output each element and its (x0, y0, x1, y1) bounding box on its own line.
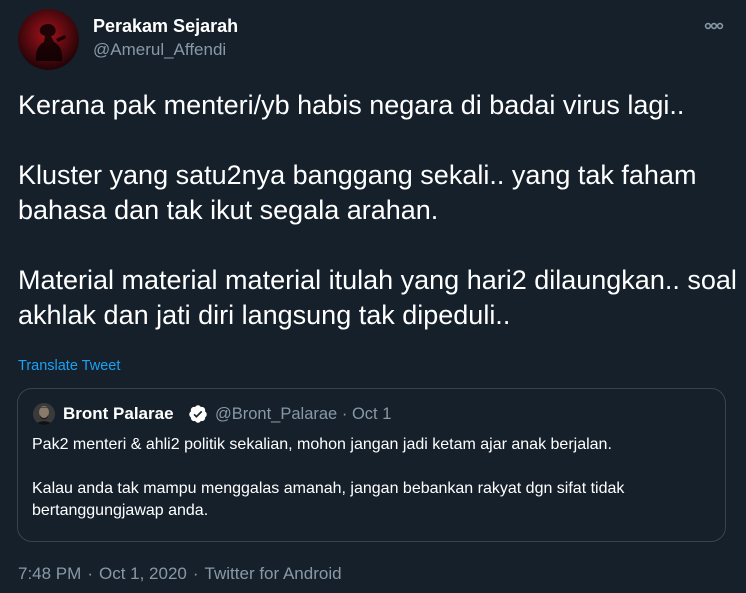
quoted-date[interactable]: Oct 1 (352, 405, 391, 423)
tweet-text: Kerana pak menteri/yb habis negara di ba… (18, 90, 737, 330)
quoted-separator: · (341, 405, 348, 423)
tweet-source[interactable]: Twitter for Android (205, 564, 342, 583)
more-horizontal-icon (704, 22, 724, 30)
verified-badge-icon (189, 405, 207, 423)
more-options-button[interactable] (701, 17, 727, 35)
quoted-author-handle[interactable]: @Bront_Palarae (215, 405, 337, 423)
tweet-card: Perakam Sejarah @Amerul_Affendi Kerana p… (0, 0, 746, 593)
tweet-time[interactable]: 7:48 PM (18, 564, 81, 583)
author-name[interactable]: Perakam Sejarah (93, 14, 238, 38)
avatar-figure-icon (35, 23, 66, 61)
quoted-avatar-portrait-icon (33, 403, 55, 425)
quoted-tweet-text: Pak2 menteri & ahli2 politik sekalian, m… (32, 436, 625, 519)
quoted-tweet[interactable]: Bront Palarae @Bront_Palarae · Oct 1 Pak… (17, 388, 726, 542)
tweet-timestamp: 7:48 PM · Oct 1, 2020 · Twitter for Android (18, 563, 342, 585)
tweet-date[interactable]: Oct 1, 2020 (99, 564, 187, 583)
translate-tweet-link[interactable]: Translate Tweet (18, 356, 120, 376)
author-avatar[interactable] (18, 9, 79, 70)
author-handle[interactable]: @Amerul_Affendi (93, 38, 226, 62)
quoted-meta: @Bront_Palarae · Oct 1 (215, 403, 391, 425)
timestamp-separator: · (192, 564, 199, 583)
quoted-author-name[interactable]: Bront Palarae (63, 403, 174, 425)
timestamp-separator: · (87, 564, 93, 583)
quoted-author-avatar[interactable] (33, 403, 55, 425)
